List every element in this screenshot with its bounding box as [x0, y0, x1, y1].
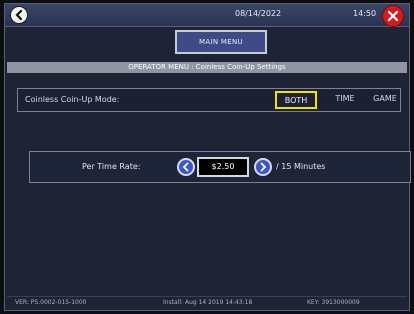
right-arrow-icon [260, 162, 267, 172]
coinless-mode-label: Coinless Coin-Up Mode: [25, 95, 120, 104]
mode-option-both[interactable]: BOTH [275, 91, 317, 109]
per-time-rate-unit: / 15 Minutes [276, 162, 326, 171]
top-bar: 08/14/2022 14:50 [5, 4, 409, 27]
back-arrow-icon [15, 9, 23, 21]
close-x-icon [387, 10, 399, 22]
increase-rate-button[interactable] [254, 158, 272, 176]
date-display: 08/14/2022 [235, 9, 282, 18]
close-button[interactable] [382, 5, 404, 27]
version-text: VER: PS.0002-015-1000 [15, 299, 87, 306]
back-button[interactable] [10, 6, 28, 24]
per-time-rate-row: Per Time Rate: $2.50 / 15 Minutes [29, 151, 411, 183]
install-date-text: Install: Aug 14 2019 14:43:18 [163, 299, 253, 306]
operator-screen: 08/14/2022 14:50 MAIN MENU OPERATOR MENU… [4, 3, 411, 311]
breadcrumb: OPERATOR MENU : Coinless Coin-Up Setting… [7, 62, 407, 73]
key-text: KEY: 3913000009 [307, 299, 360, 306]
decrease-rate-button[interactable] [177, 158, 195, 176]
per-time-rate-value[interactable]: $2.50 [197, 157, 249, 177]
coinless-mode-row: Coinless Coin-Up Mode: BOTH TIME GAME [17, 88, 401, 112]
main-menu-button[interactable]: MAIN MENU [175, 30, 267, 54]
mode-option-time[interactable]: TIME [330, 91, 360, 109]
mode-option-game[interactable]: GAME [368, 91, 402, 109]
left-arrow-icon [182, 162, 189, 172]
time-display: 14:50 [353, 9, 377, 18]
per-time-rate-label: Per Time Rate: [82, 162, 141, 171]
status-bar: VER: PS.0002-015-1000 Install: Aug 14 20… [7, 296, 407, 309]
